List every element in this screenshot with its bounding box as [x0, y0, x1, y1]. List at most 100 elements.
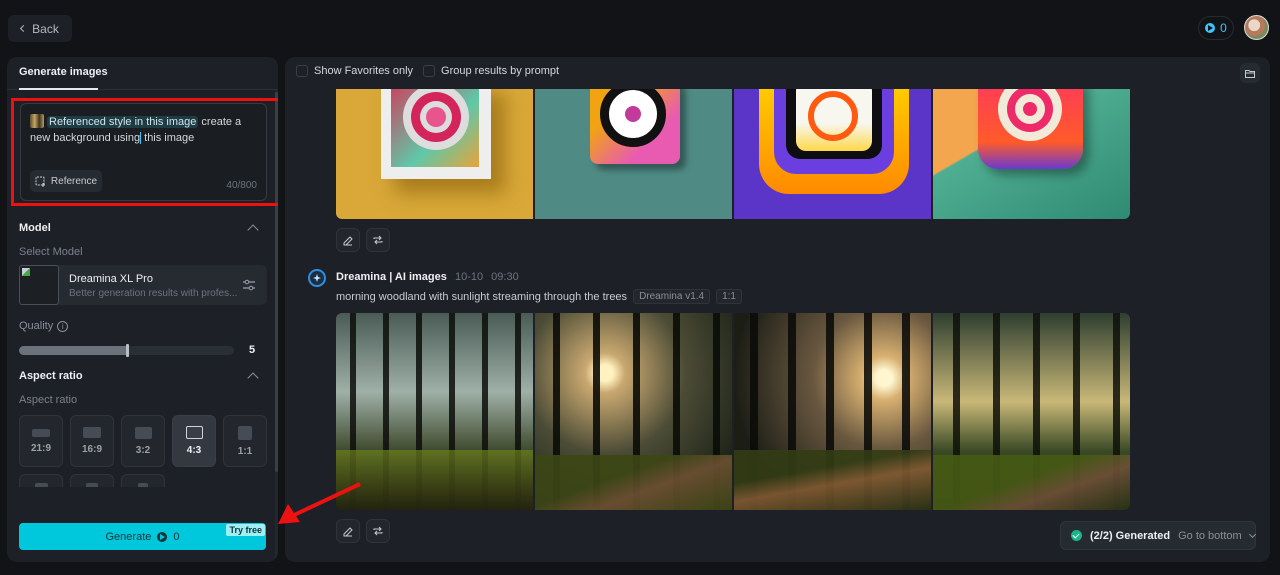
entry-time: 09:30 — [491, 271, 519, 283]
quality-text: Quality — [19, 320, 54, 332]
generated-image[interactable] — [535, 89, 732, 219]
try-free-badge: Try free — [226, 524, 265, 536]
chevron-left-icon — [20, 24, 28, 33]
favorites-label: Show Favorites only — [314, 65, 414, 77]
info-icon[interactable]: i — [57, 320, 69, 332]
group-filter[interactable]: Group results by prompt — [423, 65, 560, 78]
entry-prompt-row: morning woodland with sunlight streaming… — [336, 289, 742, 304]
sliders-icon[interactable] — [242, 278, 256, 292]
aspect-ratio-option[interactable]: 2:3 — [70, 474, 114, 487]
generate-panel: Generate images Referenced style in this… — [7, 57, 278, 562]
aspect-ratio-option[interactable]: 3:2 — [121, 415, 165, 467]
filter-row: Show Favorites only Group results by pro… — [296, 65, 560, 78]
reference-chip[interactable]: Referenced style in this image — [47, 116, 199, 128]
repeat-icon — [373, 526, 383, 536]
back-button[interactable]: Back — [8, 15, 72, 42]
group-label: Group results by prompt — [441, 65, 560, 77]
repeat-icon — [373, 235, 383, 245]
model-name: Dreamina XL Pro — [69, 273, 153, 285]
aspect-ratio-option[interactable]: 9:16 — [121, 474, 165, 487]
aspect-shape-icon — [83, 427, 101, 438]
aspect-ratio-option[interactable]: 16:9 — [70, 415, 114, 467]
quality-value: 5 — [249, 344, 256, 356]
back-label: Back — [32, 21, 59, 36]
aspect-shape-icon — [134, 426, 152, 439]
generation-status[interactable]: (2/2) Generated Go to bottom — [1060, 521, 1256, 550]
user-avatar[interactable] — [1244, 15, 1269, 40]
ratio-tag: 1:1 — [716, 289, 742, 304]
generated-image[interactable] — [933, 89, 1130, 219]
chevron-down-icon — [1248, 530, 1256, 538]
aspect-ratio-label: 1:1 — [237, 445, 253, 457]
aspect-shape-icon — [32, 428, 50, 437]
aspect-shape-icon — [138, 482, 148, 487]
prompt-input[interactable]: Referenced style in this image create a … — [20, 103, 267, 201]
aspect-section-title: Aspect ratio — [19, 370, 83, 382]
pencil-icon — [343, 236, 353, 246]
model-selector[interactable]: Dreamina XL Pro Better generation result… — [19, 265, 267, 305]
scrollbar-thumb[interactable] — [275, 92, 278, 472]
aspect-ratio-option[interactable]: 1:1 — [223, 415, 267, 467]
image-grid-forest — [336, 313, 1130, 510]
entry-author: Dreamina | AI images — [336, 271, 447, 283]
tab-bar: Generate images — [7, 57, 278, 90]
generated-image[interactable] — [535, 313, 732, 510]
chevron-up-icon[interactable] — [247, 224, 259, 236]
aspect-shape-icon — [185, 426, 203, 439]
select-model-label: Select Model — [19, 246, 83, 258]
entry-prompt[interactable]: morning woodland with sunlight streaming… — [336, 291, 627, 303]
pencil-icon — [343, 527, 353, 537]
model-thumbnail — [19, 265, 59, 305]
edit-button[interactable] — [336, 228, 360, 252]
model-description: Better generation results with profes... — [69, 288, 238, 299]
credit-icon — [1205, 23, 1216, 33]
generated-image[interactable] — [933, 313, 1130, 510]
entry-date: 10-10 — [454, 271, 484, 283]
reference-button[interactable]: Reference — [30, 170, 102, 192]
favorites-filter[interactable]: Show Favorites only — [296, 65, 414, 78]
generated-image[interactable] — [336, 89, 533, 219]
generated-image[interactable] — [336, 313, 533, 510]
credits-pill[interactable]: 0 — [1198, 16, 1234, 40]
aspect-shape-icon — [34, 483, 48, 487]
generate-label: Generate — [105, 530, 152, 543]
folder-button[interactable] — [1240, 63, 1260, 83]
go-to-bottom[interactable]: Go to bottom — [1178, 530, 1242, 542]
aspect-ratio-option[interactable]: 4:3 — [172, 415, 216, 467]
aspect-ratio-label: 16:9 — [81, 444, 102, 455]
reference-image-thumbnail — [30, 114, 44, 128]
quality-slider[interactable] — [19, 344, 234, 357]
aspect-shape-icon — [238, 425, 252, 440]
image-grid-icons — [336, 89, 1130, 219]
quality-slider-fill — [19, 346, 127, 355]
generated-image[interactable] — [734, 89, 931, 219]
tab-generate-images[interactable]: Generate images — [19, 66, 108, 78]
aspect-ratio-label: 3:2 — [135, 444, 151, 456]
model-section-title: Model — [19, 222, 51, 234]
edit-button[interactable] — [336, 519, 360, 543]
credit-icon — [157, 531, 168, 542]
quality-label: Quality i — [19, 320, 69, 332]
chevron-up-icon[interactable] — [247, 372, 259, 384]
sparkle-icon — [313, 274, 321, 282]
results-panel: Show Favorites only Group results by pro… — [285, 57, 1270, 562]
aspect-sub-label: Aspect ratio — [19, 394, 78, 406]
favorites-checkbox[interactable] — [296, 65, 308, 78]
generate-credits: 0 — [173, 530, 180, 543]
aspect-ratio-option[interactable]: 3:4 — [19, 474, 63, 487]
regenerate-button[interactable] — [366, 228, 390, 252]
quality-slider-handle[interactable] — [125, 344, 129, 357]
generated-image[interactable] — [734, 313, 931, 510]
aspect-ratio-label: 21:9 — [30, 442, 51, 454]
folder-icon — [1245, 69, 1255, 78]
generate-button[interactable]: Generate 0 Try free — [19, 523, 266, 550]
prompt-text[interactable]: Referenced style in this image create a … — [30, 114, 257, 146]
entry-header: Dreamina | AI images 10-10 09:30 — [336, 271, 519, 283]
char-count: 40/800 — [226, 180, 257, 191]
dreamina-avatar — [308, 269, 326, 287]
prompt-text-part: this image — [141, 132, 195, 144]
group-checkbox[interactable] — [423, 65, 436, 78]
regenerate-button[interactable] — [366, 519, 390, 543]
aspect-ratio-option[interactable]: 21:9 — [19, 415, 63, 467]
reference-label: Reference — [50, 175, 98, 187]
